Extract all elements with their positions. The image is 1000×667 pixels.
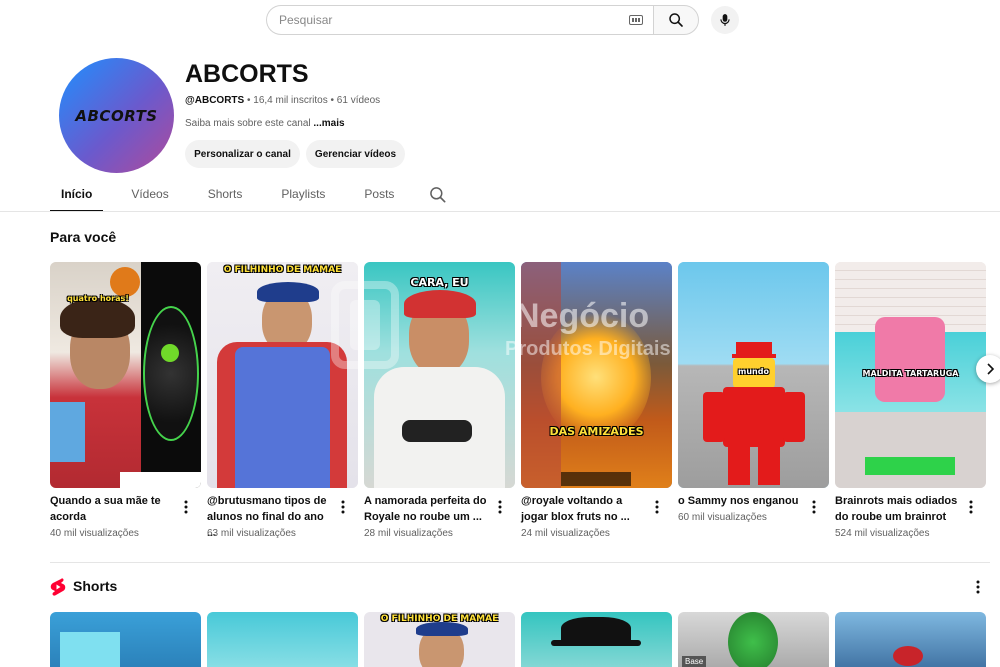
video-card[interactable]: CARA, EU A namorada perfeita do Royale n…: [364, 262, 515, 539]
microphone-icon: [720, 14, 730, 26]
channel-search-icon[interactable]: [428, 185, 448, 205]
channel-meta: @ABCORTS • 16,4 mil inscritos • 61 vídeo…: [185, 95, 380, 106]
tab-home[interactable]: Início: [50, 184, 104, 212]
carousel-next-button[interactable]: [976, 355, 1000, 383]
channel-avatar[interactable]: ABCORTS: [59, 58, 174, 173]
video-card[interactable]: quatro horas! Quando a sua mãe te acorda…: [50, 262, 201, 539]
channel-handle: @ABCORTS: [185, 95, 245, 106]
thumbnail-caption: MALDITA TARTARUGA: [862, 369, 959, 378]
section-title-shorts: Shorts: [73, 578, 118, 594]
customize-channel-button[interactable]: Personalizar o canal: [185, 140, 300, 168]
about-more-link[interactable]: ...mais: [313, 118, 344, 129]
section-title-for-you: Para você: [50, 229, 117, 245]
watermark-subtext: Produtos Digitais: [505, 338, 671, 360]
video-thumbnail[interactable]: DAS AMIZADES: [521, 262, 672, 488]
video-title[interactable]: A namorada perfeita do Royale no roube u…: [364, 493, 492, 525]
short-thumbnail[interactable]: [207, 612, 358, 667]
tab-shorts[interactable]: Shorts: [197, 184, 254, 212]
video-views: 28 mil visualizações: [364, 528, 453, 539]
video-thumbnail[interactable]: MALDITA TARTARUGA: [835, 262, 986, 488]
video-count: 61 vídeos: [336, 95, 381, 106]
thumbnail-caption: DAS AMIZADES: [549, 425, 644, 438]
avatar-logo-text: ABCORTS: [75, 106, 158, 125]
video-title[interactable]: @royale voltando a jogar blox fruts no .…: [521, 493, 649, 525]
video-views: 60 mil visualizações: [678, 512, 767, 523]
video-title[interactable]: o Sammy nos enganou: [678, 493, 806, 509]
video-views: 63 mil visualizações: [207, 528, 296, 539]
video-title[interactable]: Brainrots mais odiados do roube um brain…: [835, 493, 963, 525]
search-input[interactable]: [279, 13, 599, 27]
video-thumbnail[interactable]: CARA, EU: [364, 262, 515, 488]
channel-tabs: Início Vídeos Shorts Playlists Posts: [50, 184, 448, 212]
short-thumbnail[interactable]: O FILHINHO DE MAMAE: [364, 612, 515, 667]
video-views: 524 mil visualizações: [835, 528, 930, 539]
video-views: 40 mil visualizações: [50, 528, 139, 539]
video-thumbnail[interactable]: mundo: [678, 262, 829, 488]
short-thumbnail[interactable]: [50, 612, 201, 667]
tab-videos[interactable]: Vídeos: [120, 184, 179, 212]
video-title[interactable]: Quando a sua mãe te acorda: [50, 493, 178, 525]
search-button[interactable]: [653, 5, 699, 35]
video-card[interactable]: MALDITA TARTARUGA Brainrots mais odiados…: [835, 262, 986, 539]
search-icon: [669, 13, 683, 27]
channel-about-link[interactable]: Saiba mais sobre este canal ...mais: [185, 118, 345, 129]
video-thumbnail[interactable]: quatro horas!: [50, 262, 201, 488]
more-options-icon[interactable]: [654, 500, 660, 514]
keyboard-icon[interactable]: [629, 15, 643, 25]
video-card[interactable]: DAS AMIZADES @royale voltando a jogar bl…: [521, 262, 672, 539]
thumbnail-caption: O FILHINHO DE MAMAE: [223, 265, 342, 275]
short-thumbnail[interactable]: [835, 612, 986, 667]
voice-search-button[interactable]: [711, 6, 739, 34]
search-bar: [266, 5, 739, 35]
video-card[interactable]: mundo o Sammy nos enganou 60 mil visuali…: [678, 262, 829, 523]
tab-playlists[interactable]: Playlists: [270, 184, 336, 212]
more-options-icon[interactable]: [968, 500, 974, 514]
thumbnail-caption: CARA, EU: [410, 276, 469, 289]
video-thumbnail[interactable]: O FILHINHO DE MAMAE: [207, 262, 358, 488]
manage-videos-button[interactable]: Gerenciar vídeos: [306, 140, 405, 168]
more-options-icon[interactable]: [497, 500, 503, 514]
channel-name: ABCORTS: [185, 60, 309, 88]
short-thumbnail[interactable]: Base: [678, 612, 829, 667]
watermark-text: Negócio: [515, 297, 650, 335]
short-caption: O FILHINHO DE MAMAE: [380, 614, 499, 624]
search-field-container[interactable]: [266, 5, 653, 35]
shorts-icon: [50, 578, 66, 596]
more-options-icon[interactable]: [974, 580, 982, 594]
chevron-right-icon: [987, 363, 995, 375]
short-thumbnail[interactable]: [521, 612, 672, 667]
video-views: 24 mil visualizações: [521, 528, 610, 539]
more-options-icon[interactable]: [811, 500, 817, 514]
video-card[interactable]: O FILHINHO DE MAMAE @brutusmano tipos de…: [207, 262, 358, 539]
thumbnail-caption: mundo: [738, 367, 769, 376]
tabs-divider: [0, 211, 1000, 212]
about-text: Saiba mais sobre este canal: [185, 118, 311, 129]
more-options-icon[interactable]: [340, 500, 346, 514]
more-options-icon[interactable]: [183, 500, 189, 514]
short-caption: Base: [682, 656, 707, 667]
thumbnail-caption: quatro horas!: [67, 294, 129, 303]
tab-posts[interactable]: Posts: [353, 184, 405, 212]
section-separator: [50, 562, 990, 563]
subscriber-count: 16,4 mil inscritos: [253, 95, 328, 106]
